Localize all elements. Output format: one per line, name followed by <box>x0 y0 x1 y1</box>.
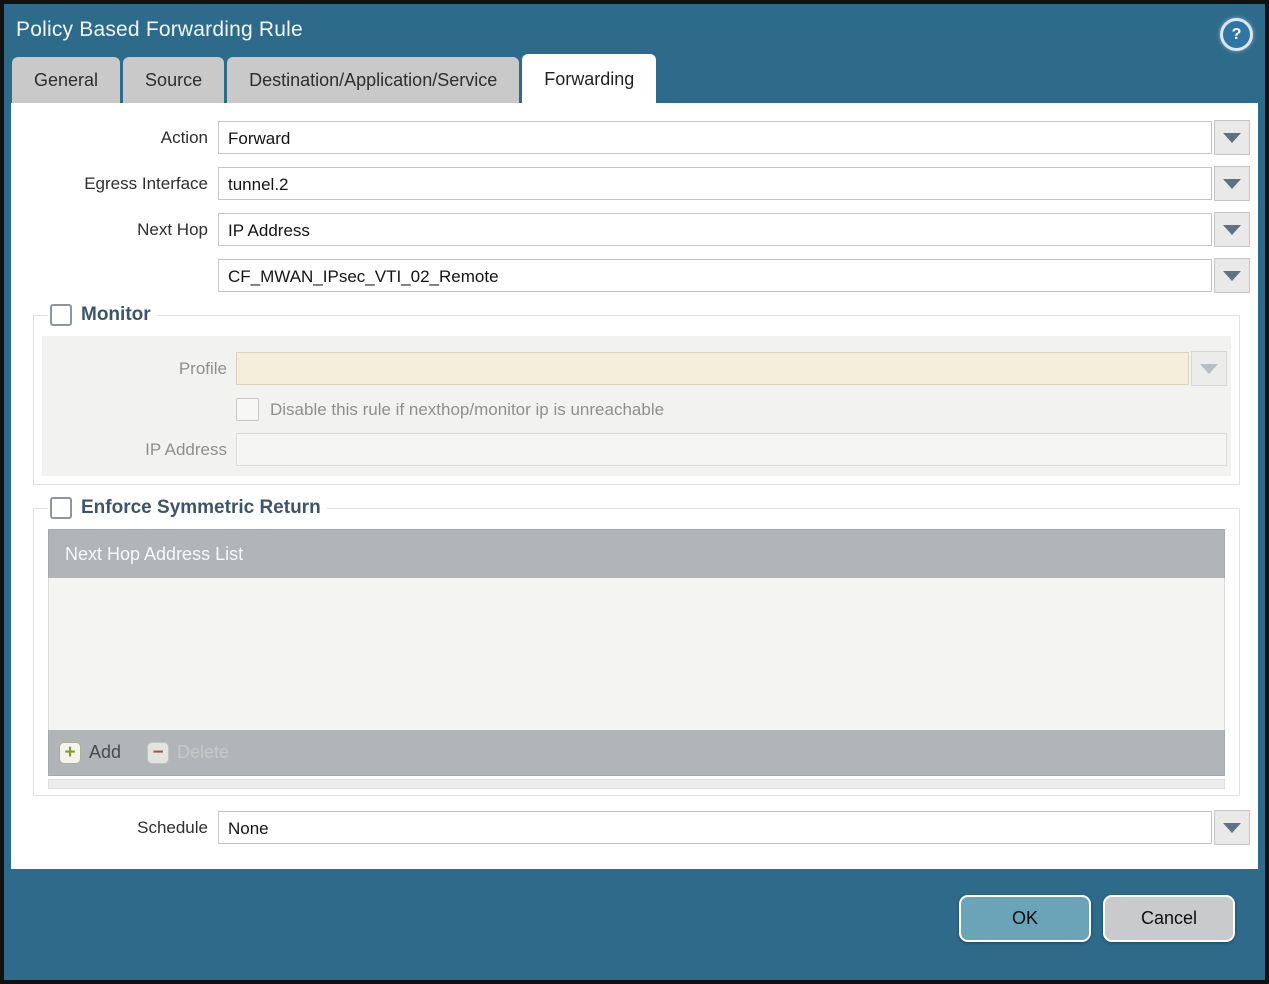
enforce-symmetric-return-checkbox[interactable] <box>50 497 72 519</box>
tab-bar: General Source Destination/Application/S… <box>4 54 1265 103</box>
tab-general[interactable]: General <box>12 57 121 103</box>
profile-dropdown-button <box>1191 351 1227 386</box>
action-dropdown-button[interactable] <box>1214 120 1250 155</box>
add-button-label: Add <box>89 742 122 762</box>
plus-icon: + <box>59 741 81 764</box>
cancel-button[interactable]: Cancel <box>1103 895 1235 942</box>
profile-row: Profile <box>42 351 1227 386</box>
chevron-down-icon <box>1200 363 1218 374</box>
tab-forwarding[interactable]: Forwarding <box>522 54 657 103</box>
next-hop-address-list-header: Next Hop Address List <box>48 529 1225 578</box>
minus-icon: − <box>147 741 170 764</box>
disable-rule-row: Disable this rule if nexthop/monitor ip … <box>236 398 1227 421</box>
ok-button[interactable]: OK <box>959 895 1091 942</box>
schedule-select[interactable]: None <box>218 811 1212 844</box>
egress-interface-select[interactable]: tunnel.2 <box>218 167 1212 200</box>
egress-interface-row: Egress Interface tunnel.2 <box>11 166 1250 201</box>
chevron-down-icon <box>1223 224 1241 235</box>
monitor-checkbox[interactable] <box>50 304 72 326</box>
next-hop-address-select[interactable]: CF_MWAN_IPsec_VTI_02_Remote <box>218 259 1212 292</box>
next-hop-address-row: CF_MWAN_IPsec_VTI_02_Remote <box>11 258 1250 293</box>
schedule-dropdown-button[interactable] <box>1214 810 1250 845</box>
tab-destination-application-service[interactable]: Destination/Application/Service <box>227 57 520 103</box>
disable-rule-checkbox <box>236 398 259 421</box>
chevron-down-icon <box>1223 270 1241 281</box>
schedule-row: Schedule None <box>11 810 1250 845</box>
dialog-footer: OK Cancel <box>4 869 1265 942</box>
horizontal-scrollbar[interactable] <box>48 779 1225 789</box>
delete-button-label: Delete <box>177 742 230 762</box>
dialog-titlebar: Policy Based Forwarding Rule ? <box>4 4 1265 54</box>
next-hop-address-dropdown-button[interactable] <box>1214 258 1250 293</box>
dialog-title: Policy Based Forwarding Rule <box>16 18 303 41</box>
schedule-label: Schedule <box>137 817 208 837</box>
enforce-symmetric-return-legend: Enforce Symmetric Return <box>48 497 327 519</box>
add-button[interactable]: + Add <box>59 741 122 764</box>
monitor-section: Monitor Profile Disable this rule if nex… <box>33 304 1240 485</box>
profile-label: Profile <box>178 358 227 378</box>
enforce-symmetric-return-title: Enforce Symmetric Return <box>81 497 321 518</box>
chevron-down-icon <box>1223 132 1241 143</box>
monitor-section-title: Monitor <box>81 304 151 325</box>
action-label: Action <box>160 127 208 147</box>
delete-button: − Delete <box>147 741 230 764</box>
egress-interface-label: Egress Interface <box>84 173 208 193</box>
next-hop-address-list-body[interactable] <box>48 578 1225 730</box>
monitor-ip-address-row: IP Address <box>42 433 1227 466</box>
tab-source[interactable]: Source <box>123 57 225 103</box>
profile-select <box>236 352 1189 385</box>
chevron-down-icon <box>1223 178 1241 189</box>
next-hop-address-list-toolbar: + Add − Delete <box>48 730 1225 776</box>
monitor-legend: Monitor <box>48 304 157 326</box>
pbf-rule-dialog: Policy Based Forwarding Rule ? General S… <box>0 0 1269 984</box>
monitor-ip-address-input <box>236 433 1227 466</box>
action-row: Action Forward <box>11 120 1250 155</box>
disable-rule-label: Disable this rule if nexthop/monitor ip … <box>270 399 665 419</box>
forwarding-tab-panel: Action Forward Egress Interface tunnel.2… <box>11 103 1258 869</box>
monitor-ip-address-label: IP Address <box>145 439 227 459</box>
next-hop-label: Next Hop <box>137 219 208 239</box>
monitor-body: Profile Disable this rule if nexthop/mon… <box>42 336 1231 476</box>
help-icon[interactable]: ? <box>1220 18 1253 51</box>
next-hop-address-list-table: Next Hop Address List + Add − Delete <box>48 529 1225 776</box>
next-hop-row: Next Hop IP Address <box>11 212 1250 247</box>
egress-interface-dropdown-button[interactable] <box>1214 166 1250 201</box>
chevron-down-icon <box>1223 822 1241 833</box>
action-select[interactable]: Forward <box>218 121 1212 154</box>
next-hop-type-select[interactable]: IP Address <box>218 213 1212 246</box>
next-hop-dropdown-button[interactable] <box>1214 212 1250 247</box>
enforce-symmetric-return-section: Enforce Symmetric Return Next Hop Addres… <box>33 497 1240 796</box>
